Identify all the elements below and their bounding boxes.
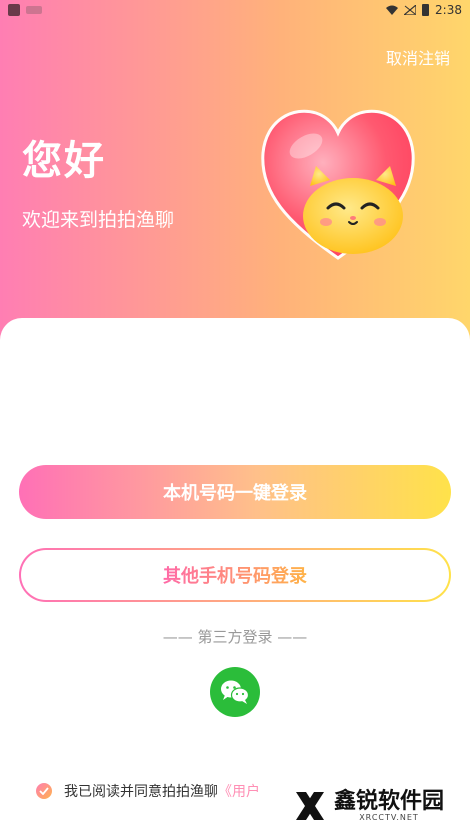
other-phone-login-label: 其他手机号码登录 [163,562,307,588]
wifi-icon [386,5,399,15]
agreement-checkbox[interactable] [36,783,52,799]
agreement-text: 我已阅读并同意拍拍渔聊《用户 [64,784,260,800]
other-phone-login-inner: 其他手机号码登录 [21,550,449,600]
status-notifications [8,4,42,16]
heart-cat-mascot-icon [261,109,415,260]
cancel-deactivation-link[interactable]: 取消注销 [386,45,450,69]
status-indicators: 2:38 [386,3,462,17]
status-bar: 2:38 [0,0,470,22]
signal-icon [404,5,417,15]
user-agreement-link[interactable]: 《用户 [218,784,260,800]
greeting-title: 您好 [22,138,106,184]
agreement-row: 我已阅读并同意拍拍渔聊《用户 [36,781,260,801]
watermark-en: XRCCTV.NET [359,812,419,822]
app-notification-icon [26,6,42,14]
check-icon [39,787,49,795]
app-notification-icon [8,4,20,16]
watermark-cn: 鑫锐软件园 [334,788,445,814]
other-phone-login-button[interactable]: 其他手机号码登录 [19,548,451,602]
one-tap-login-button[interactable]: 本机号码一键登录 [19,465,451,519]
watermark-logo-icon [296,792,324,820]
wechat-icon [221,680,250,704]
status-time: 2:38 [435,3,462,17]
battery-icon [422,4,430,16]
welcome-text: 欢迎来到拍拍渔聊 [22,209,175,231]
third-party-login-label: —— 第三方登录 —— [162,628,308,646]
watermark: 鑫锐软件园 XRCCTV.NET [292,788,444,824]
wechat-login-button[interactable] [210,667,260,717]
